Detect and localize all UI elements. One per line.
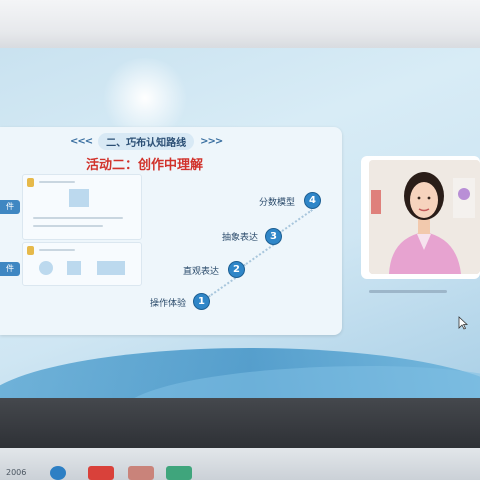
app-icon[interactable] — [166, 466, 192, 480]
left-arrows-icon: <<< — [70, 135, 93, 147]
screen-glare — [100, 58, 190, 138]
step-number-1: 1 — [193, 293, 210, 310]
step-label-2: 直观表达 — [183, 267, 220, 277]
wps-app-icon[interactable] — [88, 466, 114, 480]
teacher-figure-icon — [369, 160, 480, 274]
app-icon[interactable] — [128, 466, 154, 480]
monitor-bezel-bottom — [0, 398, 480, 448]
step-number-4: 4 — [304, 192, 321, 209]
right-arrows-icon: >>> — [200, 135, 223, 147]
pin-icon — [27, 178, 34, 187]
taskbar-left-text: 2006 — [6, 468, 27, 477]
step-label-4: 分数模型 — [259, 198, 296, 208]
ie-browser-icon[interactable] — [50, 466, 66, 480]
slide-header: <<< 二、巧布认知路线 >>> — [70, 132, 230, 150]
teacher-video[interactable] — [369, 160, 480, 274]
thumbnail-card-2[interactable] — [22, 242, 142, 286]
thumbnail-line — [33, 217, 123, 219]
step-number-2: 2 — [228, 261, 245, 278]
step-label-3: 抽象表达 — [222, 233, 259, 243]
thumbnail-square — [69, 189, 89, 207]
side-tab-1[interactable]: 件 — [0, 200, 20, 214]
step-label-1: 操作体验 — [150, 299, 187, 309]
thumbnail-square — [39, 261, 53, 275]
side-tab-2[interactable]: 件 — [0, 262, 20, 276]
thumbnail-square — [97, 261, 125, 275]
video-caption — [369, 289, 447, 295]
activity-title: 活动二：创作中理解 — [86, 158, 204, 173]
thumbnail-card-1[interactable] — [22, 174, 142, 240]
step-number-3: 3 — [265, 228, 282, 245]
thumbnail-square — [67, 261, 81, 275]
thumbnail-line — [39, 181, 75, 183]
section-header: 二、巧布认知路线 — [98, 132, 195, 150]
mouse-cursor-icon — [458, 316, 468, 330]
thumbnail-line — [39, 249, 75, 251]
taskbar — [0, 448, 480, 480]
thumbnail-line — [33, 225, 103, 227]
caption-bar — [369, 290, 447, 293]
pin-icon — [27, 246, 34, 255]
